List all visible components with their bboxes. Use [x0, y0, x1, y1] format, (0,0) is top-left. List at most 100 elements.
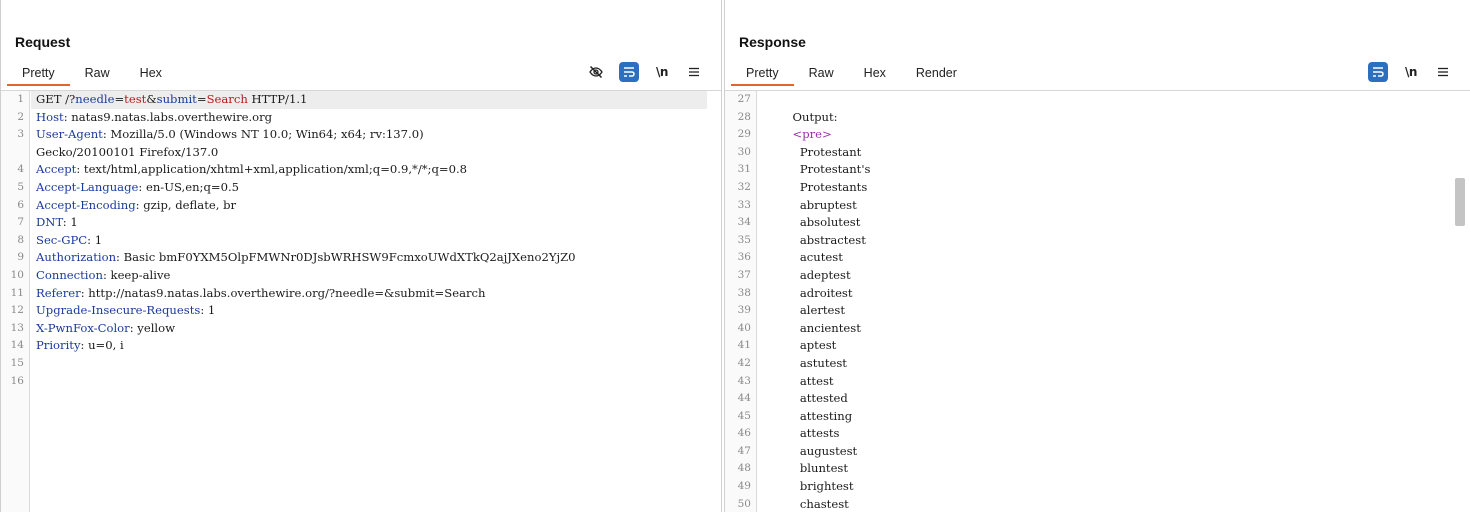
code-line: ancientest	[758, 320, 1456, 338]
code-text: : 1	[87, 232, 103, 247]
code-text: attest	[763, 373, 834, 388]
newline-icon[interactable]: \n	[653, 62, 671, 82]
hide-icon[interactable]	[587, 62, 605, 82]
code-text: ancientest	[763, 320, 861, 335]
code-line: Priority: u=0, i	[31, 337, 707, 355]
request-tabs: Pretty Raw Hex	[7, 62, 177, 86]
line-number: 33	[737, 198, 751, 211]
header-name: DNT	[36, 215, 63, 230]
header-name: Accept	[36, 162, 77, 177]
code-text: : 1	[200, 303, 216, 318]
request-tab-pretty[interactable]: Pretty	[7, 62, 70, 86]
request-pane: Request Pretty Raw Hex \n 1 2 3 4 5 6 7 8 9 10 11 1…	[0, 0, 722, 512]
code-line: Connection: keep-alive	[31, 267, 707, 285]
response-tab-render[interactable]: Render	[901, 62, 972, 86]
header-name: submit	[156, 92, 197, 106]
header-name: Priority	[36, 338, 81, 353]
param-value: test	[124, 92, 147, 106]
header-name: Sec-GPC	[36, 232, 88, 247]
header-name: Accept-Language	[36, 179, 139, 194]
code-text: =	[114, 92, 125, 106]
code-text: bluntest	[763, 461, 849, 476]
header-name: Referer	[36, 285, 81, 300]
line-number: 40	[737, 321, 751, 334]
code-line: Accept-Encoding: gzip, deflate, br	[31, 197, 707, 215]
request-toolbar: \n	[587, 62, 703, 82]
response-toolbar: \n	[1368, 62, 1452, 82]
code-text: adeptest	[763, 267, 851, 282]
code-line: augustest	[758, 443, 1456, 461]
code-line: Gecko/20100101 Firefox/137.0	[31, 144, 707, 162]
line-number: 41	[737, 339, 751, 352]
response-code[interactable]: Output: <pre> Protestant Protestant's Pr…	[758, 91, 1456, 512]
line-number: 12	[10, 304, 24, 317]
code-line: attesting	[758, 408, 1456, 426]
wrap-icon[interactable]	[619, 62, 639, 82]
line-number: 37	[737, 268, 751, 281]
line-number: 46	[737, 427, 751, 440]
header-name: needle	[75, 92, 115, 106]
header-name: Host	[36, 109, 64, 124]
code-text: Gecko/20100101 Firefox/137.0	[36, 144, 219, 159]
code-line: attested	[758, 390, 1456, 408]
request-title: Request	[15, 34, 71, 50]
code-text: Protestants	[763, 179, 868, 194]
line-number: 5	[17, 180, 24, 193]
code-text: Protestant's	[763, 162, 871, 177]
menu-icon[interactable]	[1434, 62, 1452, 82]
html-tag: <pre>	[792, 127, 832, 142]
code-line: <pre>	[758, 126, 1456, 144]
line-number: 27	[737, 93, 751, 105]
response-tab-hex[interactable]: Hex	[849, 62, 901, 86]
line-number: 2	[17, 110, 24, 123]
code-text: adroitest	[763, 285, 853, 300]
menu-icon[interactable]	[685, 62, 703, 82]
request-tab-raw[interactable]: Raw	[70, 62, 125, 86]
wrap-icon[interactable]	[1368, 62, 1388, 82]
param-value: Search	[206, 92, 248, 106]
code-line: absolutest	[758, 214, 1456, 232]
code-line: abruptest	[758, 197, 1456, 215]
line-number: 14	[10, 339, 24, 352]
code-text: : natas9.natas.labs.overthewire.org	[63, 109, 273, 124]
line-number: 42	[737, 356, 751, 369]
line-number: 15	[10, 356, 24, 369]
line-number: 9	[17, 251, 24, 264]
code-line: adeptest	[758, 267, 1456, 285]
line-number: 30	[737, 145, 751, 158]
request-editor[interactable]: 1 2 3 4 5 6 7 8 9 10 11 12 13 14 15 16 GET /?needle=tes…	[1, 90, 721, 512]
code-line: alertest	[758, 302, 1456, 320]
response-tab-raw[interactable]: Raw	[794, 62, 849, 86]
line-number: 35	[737, 233, 751, 246]
request-code[interactable]: GET /?needle=test&submit=Search HTTP/1.1…	[31, 91, 707, 512]
line-number: 34	[737, 216, 751, 229]
code-text: HTTP/1.1	[247, 92, 308, 106]
code-text: : Basic bmF0YXM5OlpFMWNr0DJsbWRHSW9Fcmxo…	[116, 250, 576, 265]
code-line: Sec-GPC: 1	[31, 232, 707, 250]
code-text: : 1	[62, 215, 78, 230]
line-number: 29	[737, 128, 751, 141]
newline-icon[interactable]: \n	[1402, 62, 1420, 82]
line-number: 44	[737, 392, 751, 405]
code-line: Authorization: Basic bmF0YXM5OlpFMWNr0DJ…	[31, 249, 707, 267]
response-editor[interactable]: 27 28 29 30 31 32 33 34 35 36 37 38 39 40 41 42 43 44 45 46…	[725, 90, 1470, 512]
request-tab-hex[interactable]: Hex	[125, 62, 177, 86]
line-number: 45	[737, 409, 751, 422]
code-text: : keep-alive	[102, 267, 171, 282]
code-line: Accept: text/html,application/xhtml+xml,…	[31, 161, 707, 179]
code-line: astutest	[758, 355, 1456, 373]
code-text: Protestant	[763, 144, 862, 159]
request-line-gutter: 1 2 3 4 5 6 7 8 9 10 11 12 13 14 15 16	[1, 91, 30, 512]
code-line: Accept-Language: en-US,en;q=0.5	[31, 179, 707, 197]
response-tab-pretty[interactable]: Pretty	[731, 62, 794, 86]
response-scrollbar-thumb[interactable]	[1455, 178, 1465, 226]
code-text: brightest	[763, 479, 854, 494]
code-line: Protestant	[758, 144, 1456, 162]
code-line: Host: natas9.natas.labs.overthewire.org	[31, 109, 707, 127]
response-title: Response	[739, 34, 806, 50]
response-pane: Response Pretty Raw Hex Render \n 27 28 29…	[724, 0, 1470, 512]
code-line: acutest	[758, 249, 1456, 267]
